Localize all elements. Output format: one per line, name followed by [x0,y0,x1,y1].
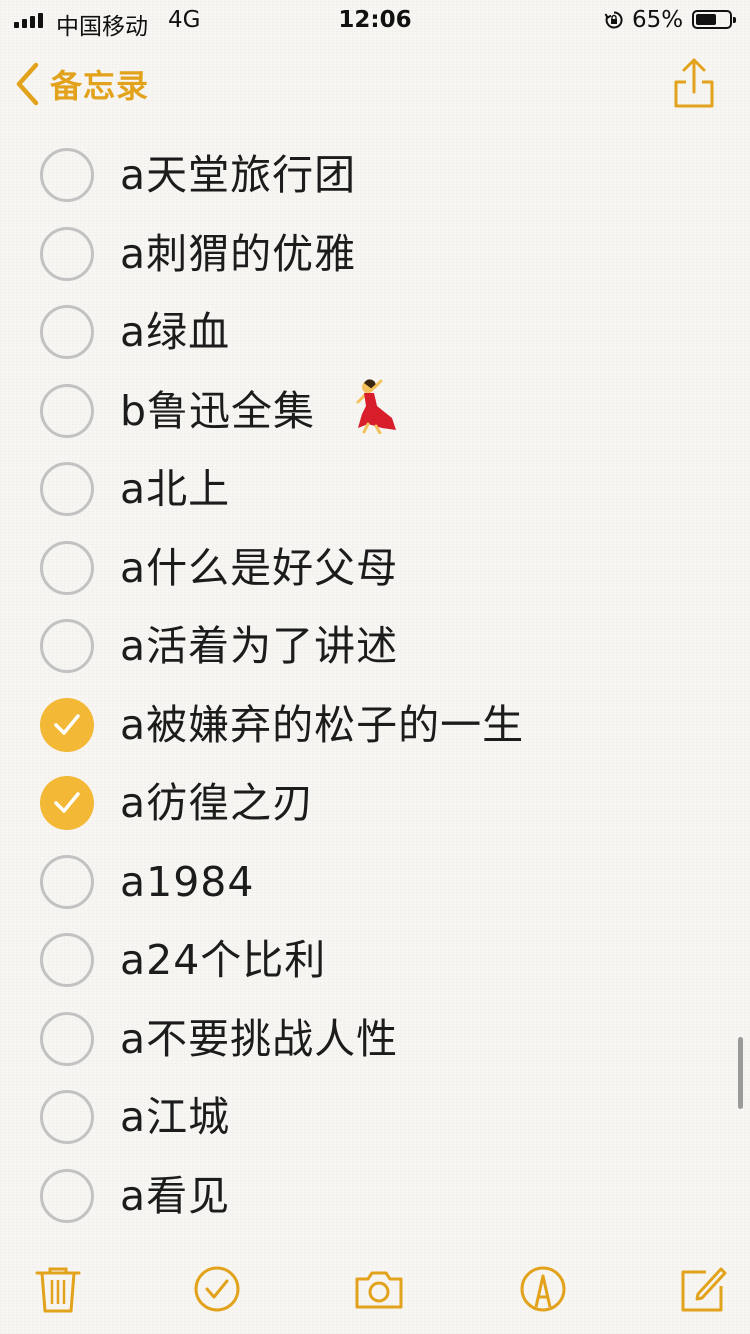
checklist-icon [194,1266,240,1312]
checklist-item-text[interactable]: a被嫌弃的松子的一生 [120,700,524,750]
unchecked-circle-toggle[interactable] [40,933,94,987]
checklist-item-text[interactable]: a活着为了讲述 [120,621,398,671]
checklist-item-text[interactable]: a24个比利 [120,935,326,985]
checklist-item[interactable]: a不要挑战人性 [0,1000,750,1078]
markup-icon [520,1266,566,1312]
scroll-indicator[interactable] [738,1037,743,1109]
checklist-item-text[interactable]: b鲁迅全集 [120,386,315,436]
checklist-item-text[interactable]: a1984 [120,857,254,907]
checklist-item-text[interactable]: a刺猬的优雅 [120,229,356,279]
checklist-item[interactable]: a天堂旅行团 [0,136,750,214]
dancing-woman-emoji [356,379,396,434]
delete-button[interactable] [33,1264,83,1314]
compose-button[interactable] [678,1264,728,1314]
unchecked-circle-toggle[interactable] [40,619,94,673]
battery-icon [692,10,736,29]
compose-icon [681,1267,727,1312]
checklist-item-text[interactable]: a天堂旅行团 [120,150,356,200]
unchecked-circle-toggle[interactable] [40,305,94,359]
unchecked-circle-toggle[interactable] [40,1012,94,1066]
status-bar: 中国移动 4G 12:06 65% [0,0,750,40]
camera-icon [355,1271,403,1309]
checked-circle-toggle[interactable] [40,698,94,752]
checklist-item-text[interactable]: a彷徨之刃 [120,778,314,828]
checked-circle-toggle[interactable] [40,776,94,830]
checklist-item[interactable]: a刺猬的优雅 [0,215,750,293]
back-label: 备忘录 [50,67,150,105]
checklist-item[interactable]: a活着为了讲述 [0,607,750,685]
checklist-item-text[interactable]: a看见 [120,1171,230,1221]
checklist-item[interactable]: a江城 [0,1078,750,1156]
checklist-item[interactable]: a绿血 [0,293,750,371]
checkmark-icon [54,714,80,735]
checklist-item-text[interactable]: a不要挑战人性 [120,1014,398,1064]
chevron-left-icon [16,62,39,106]
unchecked-circle-toggle[interactable] [40,148,94,202]
checklist-item[interactable]: a24个比利 [0,921,750,999]
checklist-item-text[interactable]: a北上 [120,464,230,514]
checklist-item[interactable]: a什么是好父母 [0,529,750,607]
unchecked-circle-toggle[interactable] [40,1090,94,1144]
unchecked-circle-toggle[interactable] [40,855,94,909]
trash-icon [35,1267,81,1313]
checklist-item[interactable]: a北上 [0,450,750,528]
checklist-item-text[interactable]: a绿血 [120,307,230,357]
checklist-item[interactable]: b鲁迅全集 [0,372,750,450]
share-button[interactable] [672,56,716,110]
back-button[interactable]: 备忘录 [14,58,149,110]
unchecked-circle-toggle[interactable] [40,462,94,516]
checklist-item[interactable]: a被嫌弃的松子的一生 [0,686,750,764]
unchecked-circle-toggle[interactable] [40,541,94,595]
checklist-button[interactable] [192,1264,242,1314]
share-icon [674,58,714,108]
unchecked-circle-toggle[interactable] [40,1169,94,1223]
unchecked-circle-toggle[interactable] [40,384,94,438]
checklist-item[interactable]: a彷徨之刃 [0,764,750,842]
rotation-lock-icon [604,11,623,29]
battery-percent: 65% [632,7,684,33]
checklist-item[interactable]: a1984 [0,843,750,921]
markup-button[interactable] [518,1264,568,1314]
checklist-item[interactable]: a看见 [0,1157,750,1235]
checkmark-icon [54,792,80,813]
checklist-item-text[interactable]: a江城 [120,1092,230,1142]
bottom-toolbar [0,1260,750,1320]
unchecked-circle-toggle[interactable] [40,227,94,281]
camera-button[interactable] [354,1264,404,1314]
checklist-item-text[interactable]: a什么是好父母 [120,543,398,593]
